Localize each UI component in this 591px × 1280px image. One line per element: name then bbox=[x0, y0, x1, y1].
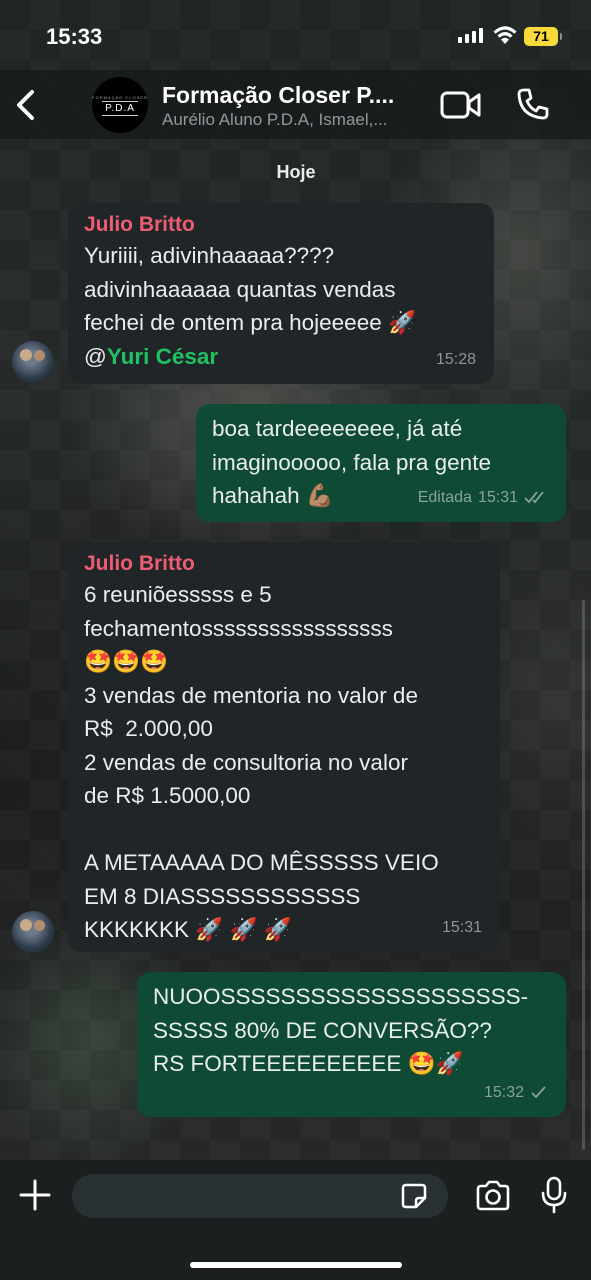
mic-icon[interactable] bbox=[540, 1176, 568, 1214]
message-meta: 15:31 bbox=[442, 911, 482, 945]
status-time: 15:33 bbox=[46, 24, 103, 49]
mention-line: @Yuri César bbox=[84, 340, 478, 374]
chat-header: FORMAÇÃO CLOSER P.D.A Formação Closer P.… bbox=[0, 70, 591, 140]
chat-title[interactable]: Formação Closer P.... bbox=[162, 82, 424, 109]
back-icon[interactable] bbox=[12, 87, 42, 123]
plus-icon[interactable] bbox=[18, 1178, 52, 1212]
message-text: 6 reuniõesssss e 5 fechamentosssssssssss… bbox=[84, 582, 439, 942]
incoming-message[interactable]: Julio Britto 6 reuniõesssss e 5 fechamen… bbox=[68, 542, 500, 952]
message-meta: Editada 15:31 bbox=[418, 481, 548, 515]
message-text: Yuriiii, adivinhaaaaa???? adivinhaaaaaa … bbox=[84, 243, 416, 335]
message-time: 15:31 bbox=[477, 488, 518, 506]
message-time: 15:28 bbox=[435, 350, 476, 368]
date-separator: Hoje bbox=[276, 162, 316, 182]
mention-link[interactable]: Yuri César bbox=[107, 344, 218, 369]
avatar-logo: P.D.A bbox=[102, 100, 138, 116]
message-input[interactable] bbox=[72, 1174, 448, 1218]
chat-participants[interactable]: Aurélio Aluno P.D.A, Ismael,... bbox=[162, 110, 430, 130]
message-meta: 15:32 bbox=[484, 1076, 548, 1110]
home-indicator bbox=[190, 1262, 402, 1268]
scrollbar[interactable] bbox=[582, 600, 585, 1150]
sender-avatar[interactable] bbox=[12, 341, 54, 383]
video-call-icon[interactable] bbox=[440, 90, 482, 120]
sender-name[interactable]: Julio Britto bbox=[84, 550, 484, 578]
camera-icon[interactable] bbox=[474, 1180, 512, 1212]
outgoing-message[interactable]: NUOOSSSSSSSSSSSSSSSSSSSS- SSSSS 80% DE C… bbox=[137, 972, 566, 1117]
sent-tick-icon bbox=[531, 1086, 546, 1099]
message-time: 15:32 bbox=[483, 1083, 524, 1101]
message-time: 15:31 bbox=[441, 918, 482, 936]
phone-icon[interactable] bbox=[516, 87, 550, 121]
cellular-signal-icon bbox=[458, 28, 483, 43]
battery-icon: 71 bbox=[524, 27, 562, 46]
message-meta: 15:28 bbox=[436, 343, 476, 377]
read-ticks-icon bbox=[524, 491, 544, 504]
composer-bar bbox=[0, 1160, 591, 1280]
message-text: NUOOSSSSSSSSSSSSSSSSSSSS- SSSSS 80% DE C… bbox=[153, 984, 529, 1076]
sender-name[interactable]: Julio Britto bbox=[84, 211, 478, 239]
group-avatar[interactable]: FORMAÇÃO CLOSER P.D.A bbox=[92, 77, 148, 133]
mention-prefix: @ bbox=[84, 343, 107, 369]
sender-avatar[interactable] bbox=[12, 911, 54, 953]
outgoing-message[interactable]: boa tardeeeeeeee, já até imaginooooo, fa… bbox=[196, 404, 566, 522]
incoming-message[interactable]: Julio Britto Yuriiii, adivinhaaaaa???? a… bbox=[68, 203, 494, 384]
edited-label: Editada bbox=[417, 488, 472, 506]
avatar-small-text: FORMAÇÃO CLOSER bbox=[92, 94, 148, 100]
sticker-icon[interactable] bbox=[400, 1182, 428, 1210]
wifi-icon bbox=[493, 26, 517, 44]
status-bar: 15:33 71 bbox=[0, 0, 591, 70]
